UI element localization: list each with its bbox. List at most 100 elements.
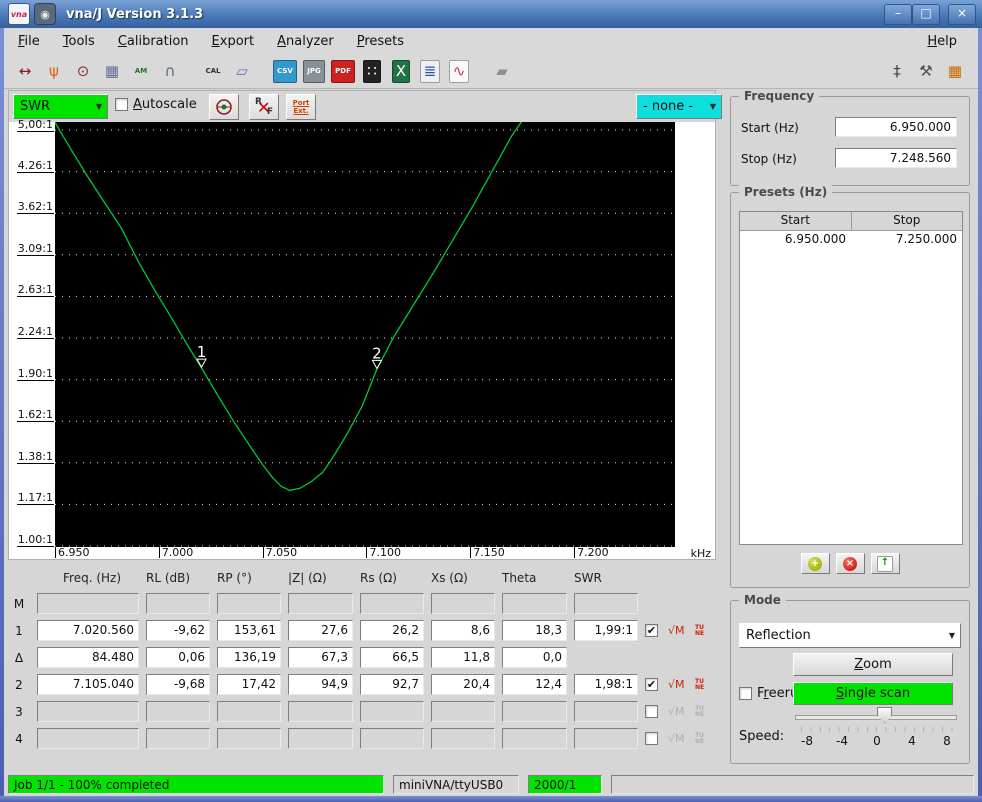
checkbox-box[interactable] — [115, 98, 128, 111]
tools-icon[interactable]: ⚒ — [913, 58, 939, 84]
zoom-button[interactable]: Zoom — [793, 653, 953, 676]
building-icon[interactable]: ▦ — [99, 58, 125, 84]
marker-1-search-icon[interactable]: √M — [668, 625, 688, 636]
y-axis-tick-label: 3.09:1 — [16, 241, 54, 256]
delta-freq-field[interactable]: 84.480 — [37, 647, 139, 668]
swr-curve-svg: 12 — [55, 122, 675, 547]
preset-delete-button[interactable]: × — [835, 553, 865, 574]
chart-marker-2[interactable]: 2 — [371, 344, 383, 370]
marker-3-search-icon[interactable]: √M — [668, 706, 688, 717]
menu-analyzer[interactable]: Analyzer — [268, 31, 343, 52]
excel-export-icon[interactable]: X — [388, 58, 414, 84]
x-axis-tick — [55, 547, 56, 558]
m-freq-field[interactable] — [37, 593, 139, 614]
single-scan-button[interactable]: Single scan — [793, 682, 953, 705]
x-axis-tick — [574, 547, 576, 558]
presets-table: Start Stop 6.950.000 7.250.000 — [739, 211, 963, 545]
csv-export-icon[interactable]: CSV — [272, 58, 298, 84]
x-axis-tick — [158, 547, 160, 558]
preset-add-button[interactable]: + — [800, 553, 830, 574]
window-border-right — [978, 28, 982, 802]
marker-4-visible-checkbox[interactable] — [645, 732, 658, 745]
menu-file[interactable]: File — [9, 31, 49, 52]
swr-plot[interactable]: 12 — [55, 122, 675, 547]
marker-1-tune-icon[interactable]: TUNE — [695, 624, 707, 637]
menu-presets[interactable]: Presets — [348, 31, 413, 52]
pdf-export-icon[interactable]: PDF — [330, 58, 356, 84]
chart-export-icon[interactable]: ∿ — [446, 58, 472, 84]
marker-row-3: 3 √M TUNE — [8, 700, 718, 723]
marker-3-tune-icon[interactable]: TUNE — [695, 705, 707, 718]
mode-title: Mode — [739, 593, 786, 607]
marker-4-freq-field[interactable] — [37, 728, 139, 749]
start-frequency-field[interactable]: 6.950.000 — [835, 117, 957, 137]
chart-body: 5,00:1 4.26:1 3.62:1 3.09:1 2.63:1 2.24:1 1.90… — [9, 119, 715, 560]
checkbox-box[interactable] — [739, 687, 752, 700]
menu-help[interactable]: Help — [918, 31, 966, 52]
plus-icon: + — [808, 556, 822, 571]
smith-chart-button[interactable] — [209, 94, 239, 120]
marker-1-freq-field[interactable]: 7.020.560 — [37, 620, 139, 641]
chart-panel: SWR ▼ Autoscale R F ✕ Port Ext. - none -… — [8, 90, 722, 560]
marker-row-m: M — [8, 592, 718, 615]
maximize-button[interactable]: □ — [912, 4, 940, 25]
svg-text:2: 2 — [372, 344, 382, 362]
clear-reference-icon: R F ✕ — [255, 97, 273, 117]
clear-reference-button[interactable]: R F ✕ — [249, 94, 279, 120]
thermometer-icon[interactable]: ‡ — [884, 58, 910, 84]
x-axis-tick — [262, 547, 264, 558]
marker-2-search-icon[interactable]: √M — [668, 679, 688, 690]
snapshot-icon[interactable]: ∷ — [359, 58, 385, 84]
marker-letters-icon[interactable]: AM — [128, 58, 154, 84]
marker-1-visible-checkbox[interactable]: ✔ — [645, 624, 658, 637]
marker-2-tune-icon[interactable]: TUNE — [695, 678, 707, 691]
minimize-button[interactable]: – — [884, 4, 912, 25]
speed-slider-thumb[interactable] — [877, 707, 892, 723]
marker-2-visible-checkbox[interactable]: ✔ — [645, 678, 658, 691]
presets-table-header: Start Stop — [740, 212, 962, 231]
presets-groupbox: Presets (Hz) Start Stop 6.950.000 7.250.… — [730, 185, 970, 588]
palette-icon[interactable]: ▦ — [942, 58, 968, 84]
report-icon[interactable]: ≣ — [417, 58, 443, 84]
speed-tick-label: 4 — [908, 734, 916, 748]
menu-export[interactable]: Export — [203, 31, 264, 52]
magnet-icon[interactable]: ∩ — [157, 58, 183, 84]
clock-icon[interactable]: ⊙ — [70, 58, 96, 84]
calibration-icon[interactable]: CAL — [200, 58, 226, 84]
overlay-selector-dropdown[interactable]: - none - ▼ — [636, 94, 722, 119]
status-bar: Job 1/1 - 100% completed miniVNA/ttyUSB0… — [8, 775, 974, 794]
x-axis-tick-label: 6.950 — [58, 546, 90, 559]
preset-row[interactable]: 6.950.000 7.250.000 — [740, 231, 962, 248]
marker-4-tune-icon[interactable]: TUNE — [695, 732, 707, 745]
menu-calibration[interactable]: Calibration — [109, 31, 198, 52]
rate-status-field: 2000/1 — [528, 775, 602, 794]
autoscale-checkbox[interactable]: Autoscale — [115, 97, 197, 112]
antenna-icon[interactable]: ψ — [41, 58, 67, 84]
mode-selector-dropdown[interactable]: Reflection ▼ — [739, 623, 961, 648]
close-button[interactable]: × — [948, 4, 976, 25]
speed-tick-label: 8 — [943, 734, 951, 748]
x-axis-tick — [366, 547, 368, 558]
marker-3-freq-field[interactable] — [37, 701, 139, 722]
jpg-export-icon[interactable]: JPG — [301, 58, 327, 84]
stop-frequency-field[interactable]: 7.248.560 — [835, 148, 957, 168]
eraser-icon[interactable]: ▰ — [489, 58, 515, 84]
window-border-left — [0, 28, 4, 802]
marker-2-freq-field[interactable]: 7.105.040 — [37, 674, 139, 695]
preset-up-button[interactable]: ↑ — [870, 553, 900, 574]
menu-tools[interactable]: Tools — [54, 31, 104, 52]
y-axis: 5,00:1 4.26:1 3.62:1 3.09:1 2.63:1 2.24:1 1.90… — [9, 119, 55, 547]
chart-controls: SWR ▼ Autoscale R F ✕ Port Ext. - none -… — [9, 91, 722, 122]
port-extension-button[interactable]: Port Ext. — [286, 94, 316, 120]
marker-row-4: 4 √M TUNE — [8, 727, 718, 750]
marker-4-search-icon[interactable]: √M — [668, 733, 688, 744]
speed-slider-track[interactable] — [795, 715, 957, 720]
trace-selector-dropdown[interactable]: SWR ▼ — [13, 94, 108, 119]
marker-3-visible-checkbox[interactable] — [645, 705, 658, 718]
open-folder-icon[interactable]: ▱ — [229, 58, 255, 84]
y-axis-tick-label: 2.24:1 — [16, 325, 54, 339]
frequency-range-icon[interactable]: ↔ — [12, 58, 38, 84]
start-frequency-label: Start (Hz) — [741, 121, 799, 135]
presets-title: Presets (Hz) — [739, 185, 833, 199]
chevron-down-icon: ▼ — [948, 631, 956, 640]
